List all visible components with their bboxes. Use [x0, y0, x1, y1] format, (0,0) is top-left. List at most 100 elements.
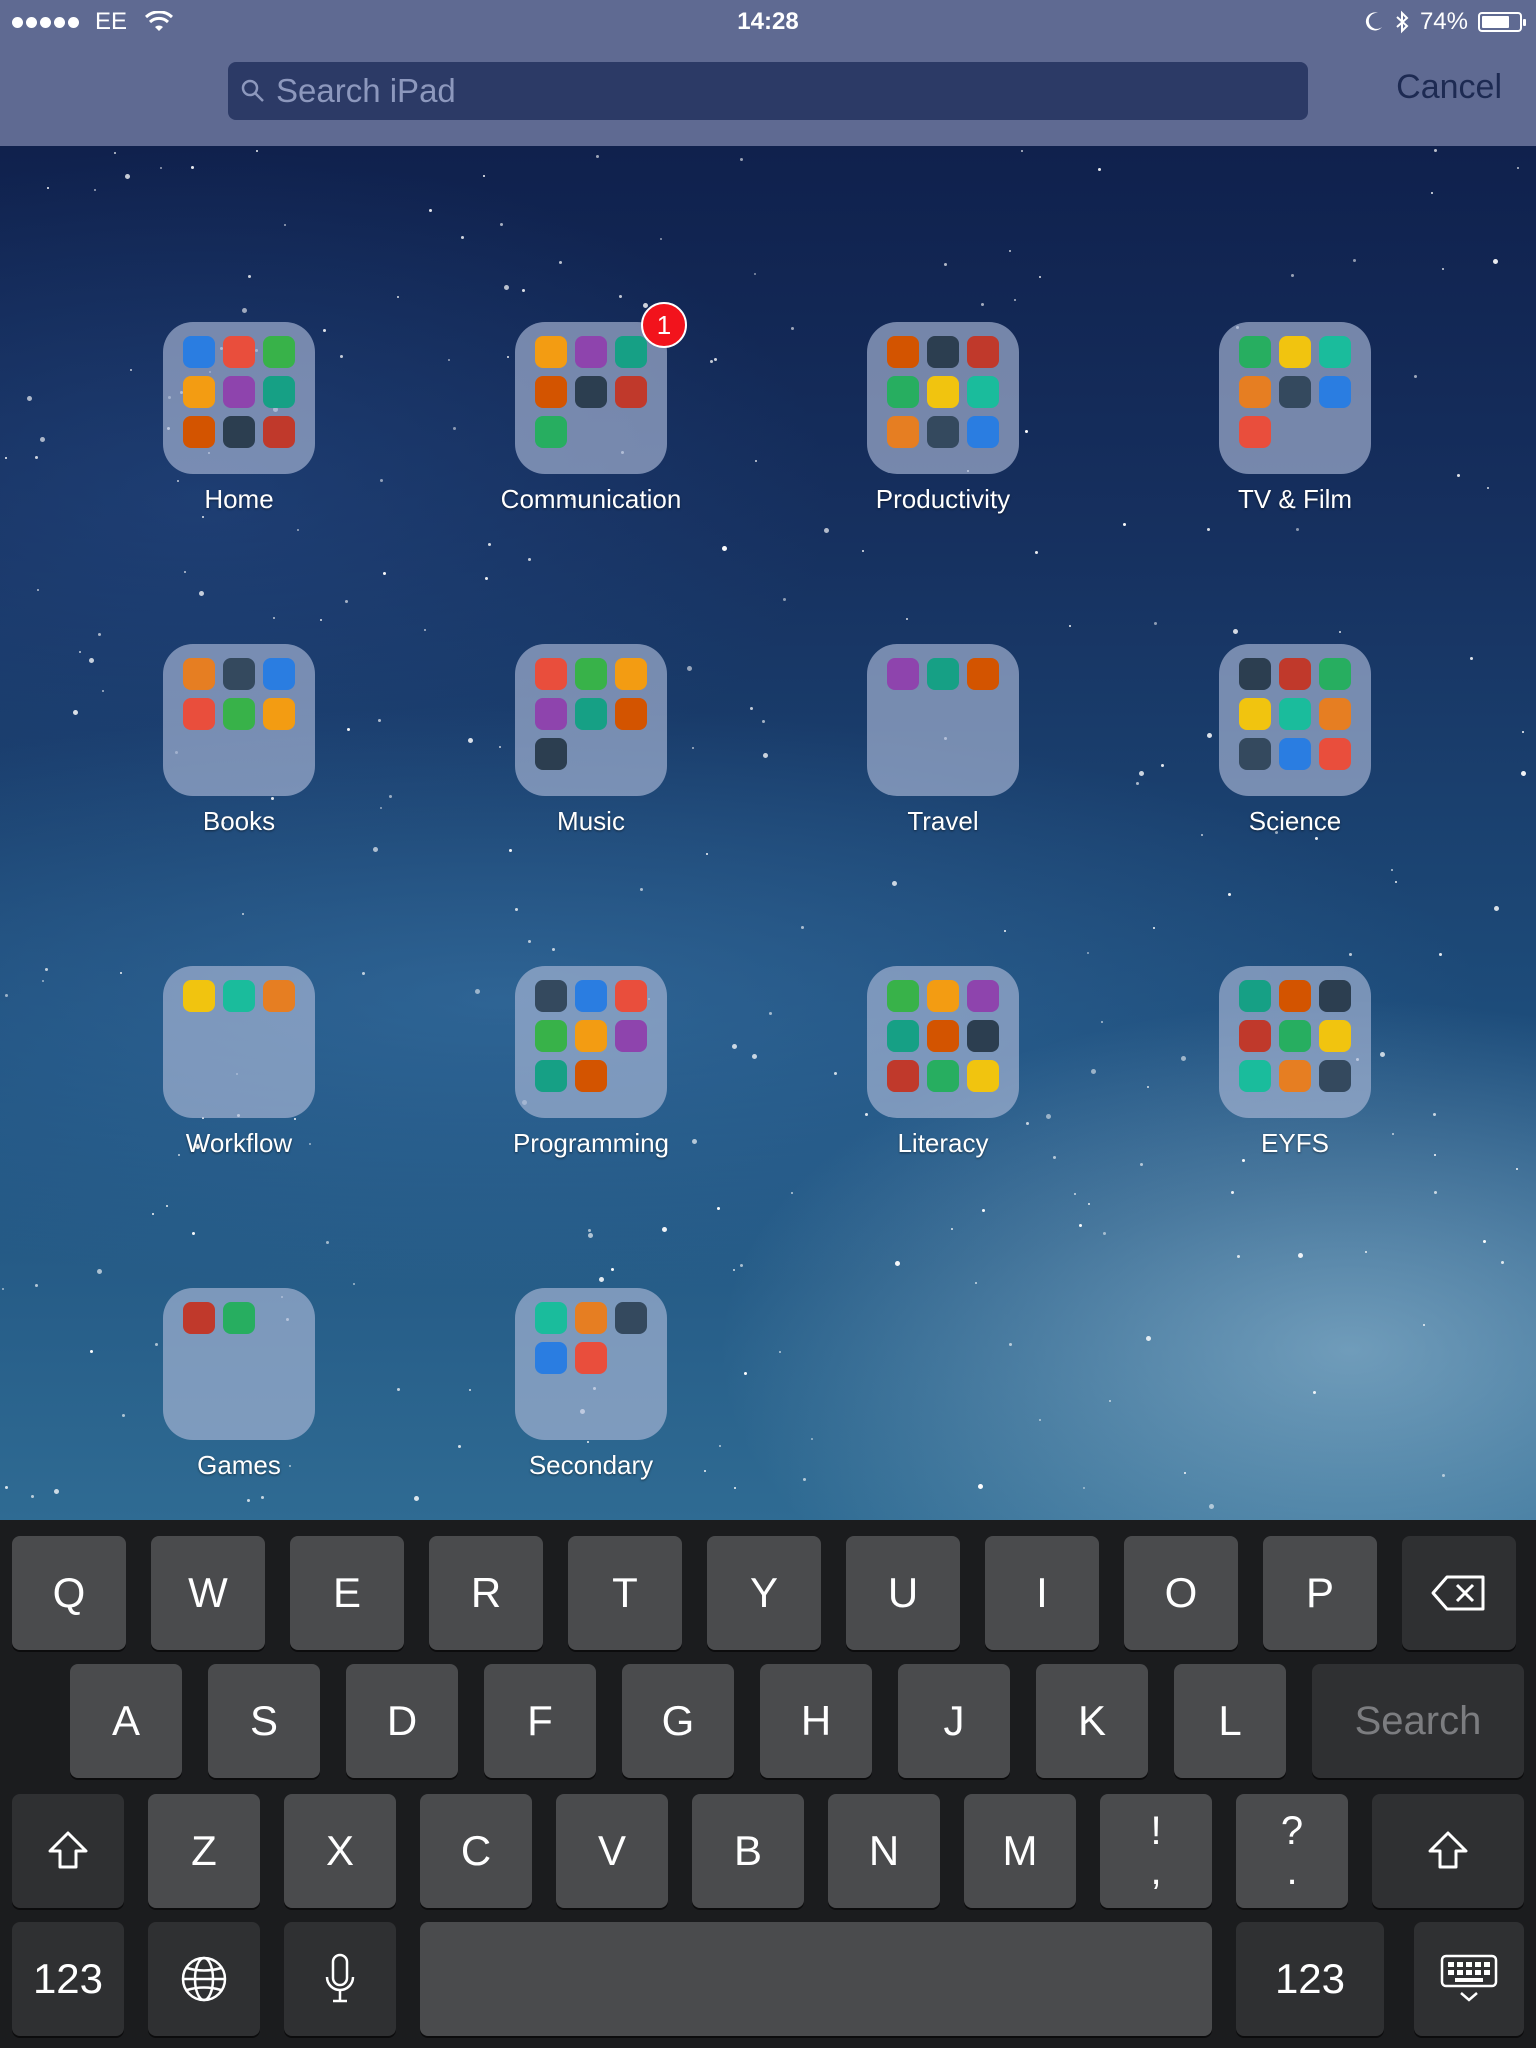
numbers-key-left[interactable]: 123: [12, 1922, 124, 2036]
star-dot: [35, 456, 38, 459]
folder-games[interactable]: Games: [89, 1288, 389, 1481]
hide-keyboard-key[interactable]: [1414, 1922, 1524, 2036]
key-p[interactable]: P: [1263, 1536, 1377, 1650]
folder-icon[interactable]: [867, 966, 1019, 1118]
star-dot: [801, 926, 804, 929]
key-q[interactable]: Q: [12, 1536, 126, 1650]
folder-label: Science: [1248, 806, 1342, 836]
folder-icon[interactable]: [163, 644, 315, 796]
folder-icon[interactable]: [163, 966, 315, 1118]
folder-icon[interactable]: [515, 1288, 667, 1440]
key-k[interactable]: K: [1036, 1664, 1148, 1778]
key-t[interactable]: T: [568, 1536, 682, 1650]
shift-key-left[interactable]: [12, 1794, 124, 1908]
folder-secondary[interactable]: Secondary: [441, 1288, 741, 1481]
folder-icon[interactable]: [163, 322, 315, 474]
star-dot: [284, 224, 286, 226]
key-z[interactable]: Z: [148, 1794, 260, 1908]
key-o[interactable]: O: [1124, 1536, 1238, 1650]
star-dot: [114, 152, 116, 154]
cancel-button[interactable]: Cancel: [1396, 68, 1502, 107]
folder-tv-film[interactable]: TV & Film: [1145, 322, 1445, 515]
star-dot: [94, 189, 96, 191]
move-app-icon: [615, 980, 647, 1012]
key-b[interactable]: B: [692, 1794, 804, 1908]
folder-travel[interactable]: Travel: [793, 644, 1093, 837]
star-dot: [763, 753, 768, 758]
folder-icon[interactable]: [515, 966, 667, 1118]
folder-icon[interactable]: [867, 322, 1019, 474]
key-s[interactable]: S: [208, 1664, 320, 1778]
key-g[interactable]: G: [622, 1664, 734, 1778]
folder-communication[interactable]: 1 Communication: [441, 302, 741, 515]
star-dot: [1501, 1261, 1504, 1264]
folder-productivity[interactable]: Productivity: [793, 322, 1093, 515]
itv-app-icon: [1279, 336, 1311, 368]
star-dot: [37, 589, 39, 591]
star-dot: [261, 1496, 264, 1499]
sea-app-icon: [1239, 1060, 1271, 1092]
folder-label: Secondary: [528, 1450, 654, 1480]
key-n[interactable]: N: [828, 1794, 940, 1908]
key-l[interactable]: L: [1174, 1664, 1286, 1778]
question-period-key[interactable]: ? .: [1236, 1794, 1348, 1908]
folder-icon[interactable]: [867, 644, 1019, 796]
star-dot: [485, 577, 488, 580]
folder-workflow[interactable]: Workflow: [89, 966, 389, 1159]
star-dot: [1109, 1400, 1111, 1402]
star-dot: [1014, 299, 1016, 301]
star-dot: [1439, 953, 1442, 956]
key-d[interactable]: D: [346, 1664, 458, 1778]
key-i[interactable]: I: [985, 1536, 1099, 1650]
globe-key[interactable]: [148, 1922, 260, 2036]
dictation-key[interactable]: [284, 1922, 396, 2036]
key-e[interactable]: E: [290, 1536, 404, 1650]
folder-icon[interactable]: [1219, 644, 1371, 796]
backspace-key[interactable]: [1402, 1536, 1516, 1650]
key-a[interactable]: A: [70, 1664, 182, 1778]
youtube-app-icon: [1319, 376, 1351, 408]
key-c[interactable]: C: [420, 1794, 532, 1908]
star-dot: [1516, 1168, 1518, 1170]
star-dot: [1004, 930, 1006, 932]
key-m[interactable]: M: [964, 1794, 1076, 1908]
star-dot: [1442, 1474, 1445, 1477]
folder-eyfs[interactable]: EYFS: [1145, 966, 1445, 1159]
star-dot: [504, 285, 509, 290]
key-j[interactable]: J: [898, 1664, 1010, 1778]
key-r[interactable]: R: [429, 1536, 543, 1650]
folder-icon[interactable]: [1219, 966, 1371, 1118]
key-y[interactable]: Y: [707, 1536, 821, 1650]
bee-bot-app-icon: [575, 1020, 607, 1052]
star-dot: [717, 1207, 720, 1210]
key-f[interactable]: F: [484, 1664, 596, 1778]
folder-home[interactable]: Home: [89, 322, 389, 515]
key-h[interactable]: H: [760, 1664, 872, 1778]
evernote-app-icon: [615, 1302, 647, 1334]
key-u[interactable]: U: [846, 1536, 960, 1650]
star-dot: [1009, 250, 1011, 252]
folder-icon[interactable]: [163, 1288, 315, 1440]
folder-icon[interactable]: [1219, 322, 1371, 474]
star-dot: [1069, 625, 1071, 627]
folder-label: Books: [202, 806, 276, 836]
folder-books[interactable]: Books: [89, 644, 389, 837]
globe-icon: [181, 1956, 227, 2002]
star-dot: [1315, 837, 1318, 840]
folder-programming[interactable]: Programming: [441, 966, 741, 1159]
folder-icon[interactable]: [515, 644, 667, 796]
folder-music[interactable]: Music: [441, 644, 741, 837]
folder-science[interactable]: Science: [1145, 644, 1445, 837]
folder-literacy[interactable]: Literacy: [793, 966, 1093, 1159]
exclamation-comma-key[interactable]: ! ,: [1100, 1794, 1212, 1908]
key-v[interactable]: V: [556, 1794, 668, 1908]
space-key[interactable]: [420, 1922, 1212, 2036]
search-input[interactable]: Search iPad: [228, 62, 1308, 120]
key-x[interactable]: X: [284, 1794, 396, 1908]
key-w[interactable]: W: [151, 1536, 265, 1650]
shift-key-right[interactable]: [1372, 1794, 1524, 1908]
numbers-key-right[interactable]: 123: [1236, 1922, 1384, 2036]
folder-icon[interactable]: 1: [515, 302, 687, 474]
search-key[interactable]: Search: [1312, 1664, 1524, 1778]
star-dot: [599, 1277, 604, 1282]
